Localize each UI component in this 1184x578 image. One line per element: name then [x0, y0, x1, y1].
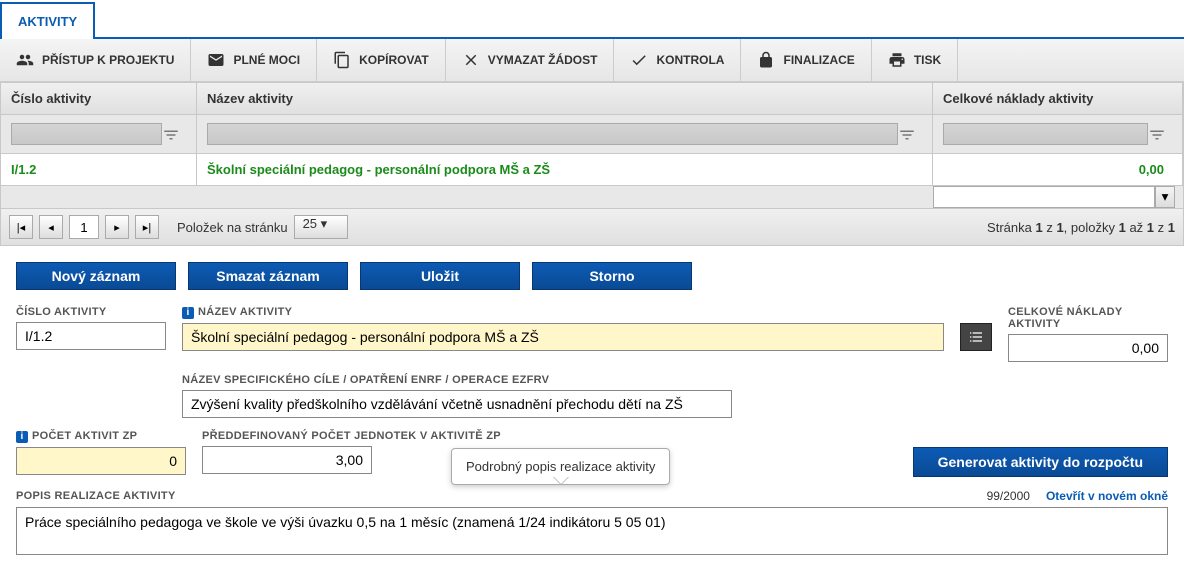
grid: Číslo aktivity Název aktivity Celkové ná… — [0, 82, 1184, 246]
label-spec-cil: NÁZEV SPECIFICKÉHO CÍLE / OPATŘENÍ ENRF … — [182, 374, 732, 386]
pager-next[interactable]: ▸ — [105, 215, 129, 239]
field-popis-realizace[interactable] — [16, 507, 1168, 555]
list-picker-button[interactable] — [960, 323, 992, 351]
toolbar-pristup[interactable]: PŘÍSTUP K PROJEKTU — [0, 39, 191, 81]
toolbar-kontrola[interactable]: KONTROLA — [614, 39, 741, 81]
action-buttons: Nový záznam Smazat záznam Uložit Storno — [0, 246, 1184, 298]
list-icon — [968, 329, 984, 345]
funnel-icon[interactable] — [162, 126, 180, 144]
cross-icon — [462, 51, 480, 69]
field-cislo-aktivity[interactable] — [16, 322, 166, 350]
table-row[interactable]: I/1.2 Školní speciální pedagog - personá… — [0, 154, 1184, 186]
grid-header: Číslo aktivity Název aktivity Celkové ná… — [0, 82, 1184, 115]
field-spec-cil[interactable] — [182, 390, 732, 418]
form: ČÍSLO AKTIVITY iNÁZEV AKTIVITY CELKOVÉ N… — [0, 298, 1184, 578]
toolbar: PŘÍSTUP K PROJEKTU PLNÉ MOCI KOPÍROVAT V… — [0, 39, 1184, 82]
col-header-nazev[interactable]: Název aktivity — [197, 83, 933, 114]
cell-naklady: 0,00 — [933, 154, 1183, 185]
grid-summary-row: ▾ — [0, 186, 1184, 209]
toolbar-tisk[interactable]: TISK — [872, 39, 958, 81]
toolbar-plnemoci[interactable]: PLNÉ MOCI — [191, 39, 317, 81]
field-nazev-aktivity[interactable] — [182, 323, 944, 351]
toolbar-label: PŘÍSTUP K PROJEKTU — [42, 53, 174, 67]
filter-nazev[interactable] — [207, 123, 898, 145]
cancel-button[interactable]: Storno — [532, 262, 692, 290]
toolbar-kopirovat[interactable]: KOPÍROVAT — [317, 39, 446, 81]
toolbar-label: PLNÉ MOCI — [233, 53, 300, 67]
label-popis: POPIS REALIZACE AKTIVITY — [16, 490, 176, 502]
summary-input[interactable] — [933, 186, 1155, 208]
filter-cislo[interactable] — [11, 123, 162, 145]
tab-bar: AKTIVITY — [0, 0, 1184, 39]
per-page-label: Položek na stránku — [177, 220, 288, 235]
funnel-icon[interactable] — [898, 126, 916, 144]
field-pocet-aktivit[interactable] — [16, 447, 186, 475]
label-preddef: PŘEDDEFINOVANÝ POČET JEDNOTEK V AKTIVITĚ… — [202, 430, 372, 442]
toolbar-label: KOPÍROVAT — [359, 53, 429, 67]
print-icon — [888, 51, 906, 69]
pager-info: Stránka 1 z 1, položky 1 až 1 z 1 — [987, 220, 1175, 235]
check-icon — [630, 51, 648, 69]
char-counter: 99/2000 — [987, 489, 1030, 503]
pager-page-input[interactable] — [69, 215, 99, 239]
delete-record-button[interactable]: Smazat záznam — [188, 262, 348, 290]
field-celkove-naklady[interactable] — [1008, 334, 1168, 362]
summary-dropdown[interactable]: ▾ — [1155, 186, 1175, 208]
cell-nazev: Školní speciální pedagog - personální po… — [197, 154, 933, 185]
toolbar-vymazat[interactable]: VYMAZAT ŽÁDOST — [446, 39, 615, 81]
lock-icon — [757, 51, 775, 69]
tooltip: Podrobný popis realizace aktivity — [451, 448, 670, 485]
grid-filter-row — [0, 115, 1184, 154]
generate-button[interactable]: Generovat aktivity do rozpočtu — [913, 447, 1168, 477]
toolbar-finalizace[interactable]: FINALIZACE — [741, 39, 871, 81]
new-record-button[interactable]: Nový záznam — [16, 262, 176, 290]
save-button[interactable]: Uložit — [360, 262, 520, 290]
funnel-icon[interactable] — [1148, 126, 1166, 144]
filter-naklady[interactable] — [943, 123, 1148, 145]
field-preddef-pocet[interactable] — [202, 446, 372, 474]
people-icon — [16, 51, 34, 69]
toolbar-label: TISK — [914, 53, 941, 67]
label-cislo: ČÍSLO AKTIVITY — [16, 306, 166, 318]
pager: |◂ ◂ ▸ ▸| Položek na stránku 25 ▾ Stránk… — [0, 209, 1184, 246]
col-header-cislo[interactable]: Číslo aktivity — [1, 83, 197, 114]
toolbar-label: KONTROLA — [656, 53, 724, 67]
per-page-select[interactable]: 25 ▾ — [294, 215, 349, 239]
toolbar-label: VYMAZAT ŽÁDOST — [488, 53, 598, 67]
pager-first[interactable]: |◂ — [9, 215, 33, 239]
copy-icon — [333, 51, 351, 69]
pager-prev[interactable]: ◂ — [39, 215, 63, 239]
open-new-window-link[interactable]: Otevřít v novém okně — [1046, 489, 1168, 503]
pager-last[interactable]: ▸| — [135, 215, 159, 239]
toolbar-label: FINALIZACE — [783, 53, 854, 67]
label-celkove: CELKOVÉ NÁKLADY AKTIVITY — [1008, 306, 1168, 330]
cell-cislo: I/1.2 — [1, 154, 197, 185]
tab-aktivity[interactable]: AKTIVITY — [0, 2, 95, 39]
label-pocet: iPOČET AKTIVIT ZP — [16, 430, 186, 443]
col-header-naklady[interactable]: Celkové náklady aktivity — [933, 83, 1183, 114]
label-nazev: iNÁZEV AKTIVITY — [182, 306, 944, 319]
mail-icon — [207, 51, 225, 69]
